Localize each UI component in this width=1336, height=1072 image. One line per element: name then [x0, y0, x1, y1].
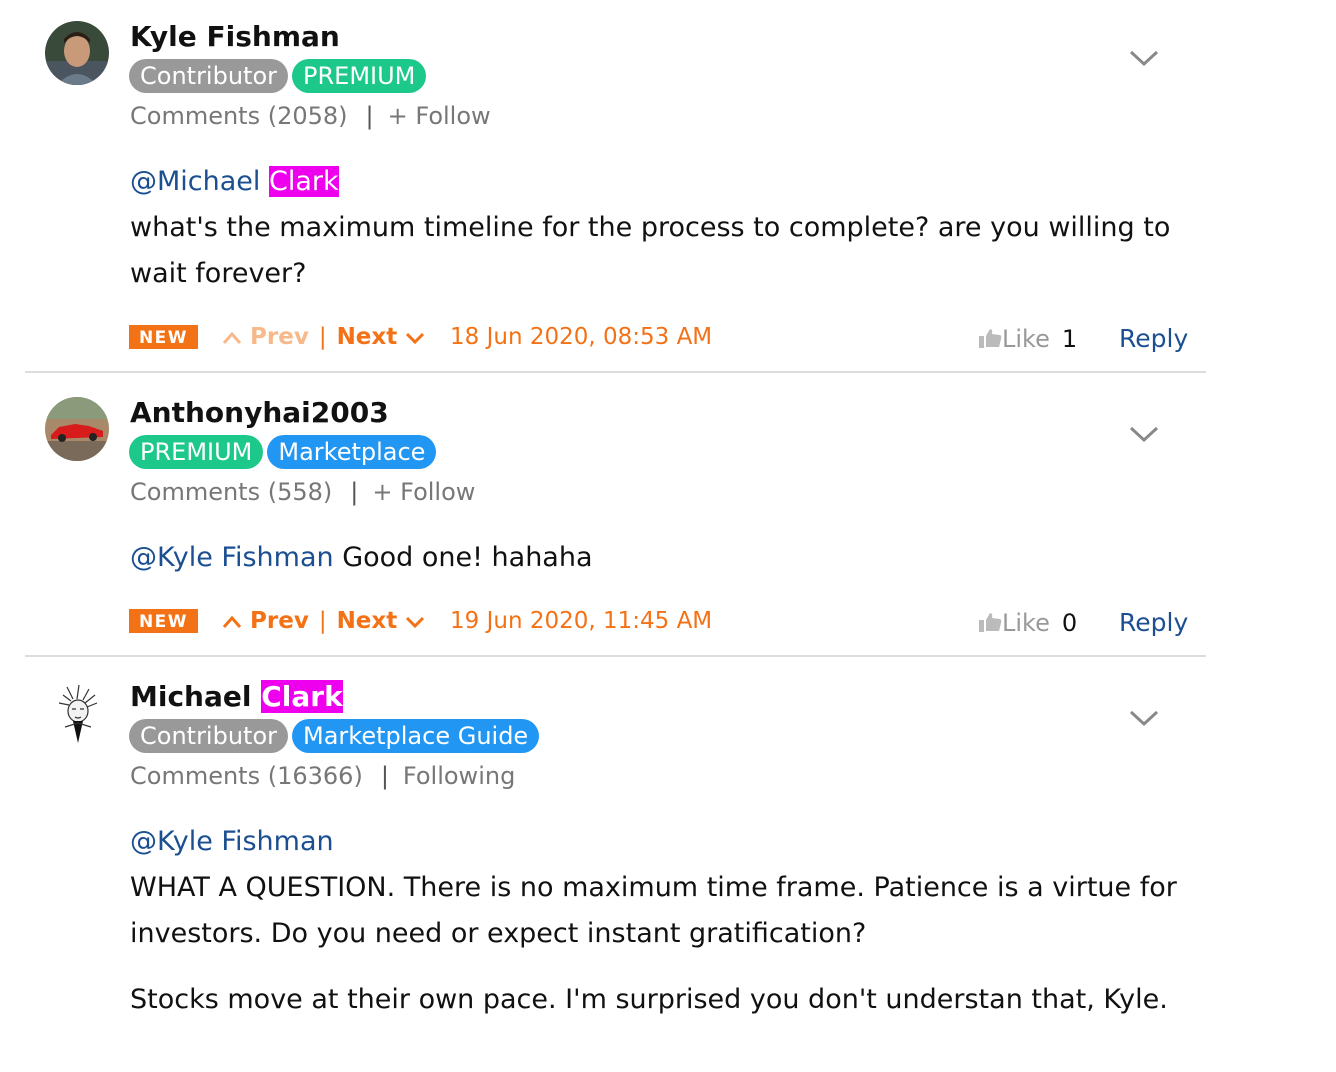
- chevron-down-icon[interactable]: [1128, 48, 1160, 68]
- marketplace-guide-badge: Marketplace Guide: [292, 719, 540, 753]
- thumbs-up-icon: [979, 329, 1002, 348]
- separator: |: [350, 478, 359, 506]
- comments-link[interactable]: Comments (16366): [130, 762, 363, 790]
- sketch-avatar-icon: [45, 681, 109, 745]
- like-count: 1: [1061, 325, 1078, 353]
- prev-button[interactable]: Prev: [222, 608, 309, 634]
- comment-meta: Comments (16366) | Following: [130, 761, 515, 791]
- car-photo-icon: [45, 397, 109, 461]
- contributor-badge: Contributor: [129, 719, 289, 753]
- reply-button[interactable]: Reply: [1119, 322, 1188, 356]
- comment-date: 19 Jun 2020, 11:45 AM: [450, 608, 713, 634]
- comment-text: Good one! hahaha: [333, 542, 593, 573]
- chevron-down-icon: [406, 616, 425, 628]
- chevron-up-icon: [222, 615, 242, 628]
- comment-paragraph: WHAT A QUESTION. There is no maximum tim…: [130, 872, 1177, 949]
- comment-date: 18 Jun 2020, 08:53 AM: [450, 324, 713, 350]
- username[interactable]: Anthonyhai2003: [130, 396, 389, 430]
- follow-button[interactable]: + Follow: [372, 478, 475, 506]
- prev-button[interactable]: Prev: [222, 324, 309, 350]
- chevron-down-icon[interactable]: [1128, 708, 1160, 728]
- reply-button[interactable]: Reply: [1119, 606, 1188, 640]
- next-button[interactable]: Next: [337, 324, 426, 350]
- follow-button[interactable]: + Follow: [388, 102, 491, 130]
- comment-divider: [25, 655, 1206, 657]
- avatar[interactable]: [45, 397, 109, 461]
- mention-link[interactable]: @Kyle Fishman: [130, 542, 334, 573]
- comment-meta: Comments (558) | + Follow: [130, 477, 475, 507]
- chevron-up-icon: [222, 331, 242, 344]
- username[interactable]: Michael Clark: [130, 680, 343, 714]
- username[interactable]: Kyle Fishman: [130, 20, 340, 54]
- comment-text: what's the maximum timeline for the proc…: [130, 212, 1171, 289]
- chevron-down-icon: [406, 332, 425, 344]
- separator: |: [318, 608, 327, 634]
- new-badge: NEW: [129, 609, 198, 633]
- following-button[interactable]: Following: [403, 762, 515, 790]
- like-button[interactable]: Like 0: [978, 606, 1077, 640]
- comment-footer: NEW Prev | Next 18 Jun 2020, 08:53 AM Like…: [0, 322, 1336, 356]
- avatar[interactable]: [45, 21, 109, 85]
- comment-nav: Prev | Next: [222, 606, 425, 636]
- separator: |: [365, 102, 374, 130]
- chevron-down-icon[interactable]: [1128, 424, 1160, 444]
- comment-body: @Kyle Fishman Good one! hahaha: [130, 535, 1210, 581]
- separator: |: [318, 324, 327, 350]
- comment-body: @Kyle Fishman WHAT A QUESTION. There is …: [130, 819, 1210, 1023]
- marketplace-badge: Marketplace: [267, 435, 437, 469]
- mention-link[interactable]: @Kyle Fishman: [130, 826, 334, 857]
- new-badge: NEW: [129, 325, 198, 349]
- comment-divider: [25, 371, 1206, 373]
- like-count: 0: [1061, 609, 1078, 637]
- separator: |: [380, 762, 389, 790]
- comment-nav: Prev | Next: [222, 322, 425, 352]
- comment-paragraph: Stocks move at their own pace. I'm surpr…: [130, 984, 1168, 1015]
- comment-meta: Comments (2058) | + Follow: [130, 101, 491, 131]
- comment-body: @Michael Clark what's the maximum timeli…: [130, 159, 1210, 297]
- thumbs-up-icon: [979, 613, 1002, 632]
- badge-group: Contributor PREMIUM: [129, 59, 430, 93]
- user-photo-icon: [45, 21, 109, 85]
- badge-group: PREMIUM Marketplace: [129, 435, 440, 469]
- comments-link[interactable]: Comments (558): [130, 478, 332, 506]
- like-button[interactable]: Like 1: [978, 322, 1077, 356]
- comment-footer: NEW Prev | Next 19 Jun 2020, 11:45 AM Like…: [0, 606, 1336, 640]
- mention-link[interactable]: @Michael Clark: [130, 166, 339, 197]
- premium-badge: PREMIUM: [129, 435, 264, 469]
- premium-badge: PREMIUM: [292, 59, 427, 93]
- badge-group: Contributor Marketplace Guide: [129, 719, 543, 753]
- comments-link[interactable]: Comments (2058): [130, 102, 348, 130]
- next-button[interactable]: Next: [337, 608, 426, 634]
- contributor-badge: Contributor: [129, 59, 289, 93]
- avatar[interactable]: [45, 681, 109, 745]
